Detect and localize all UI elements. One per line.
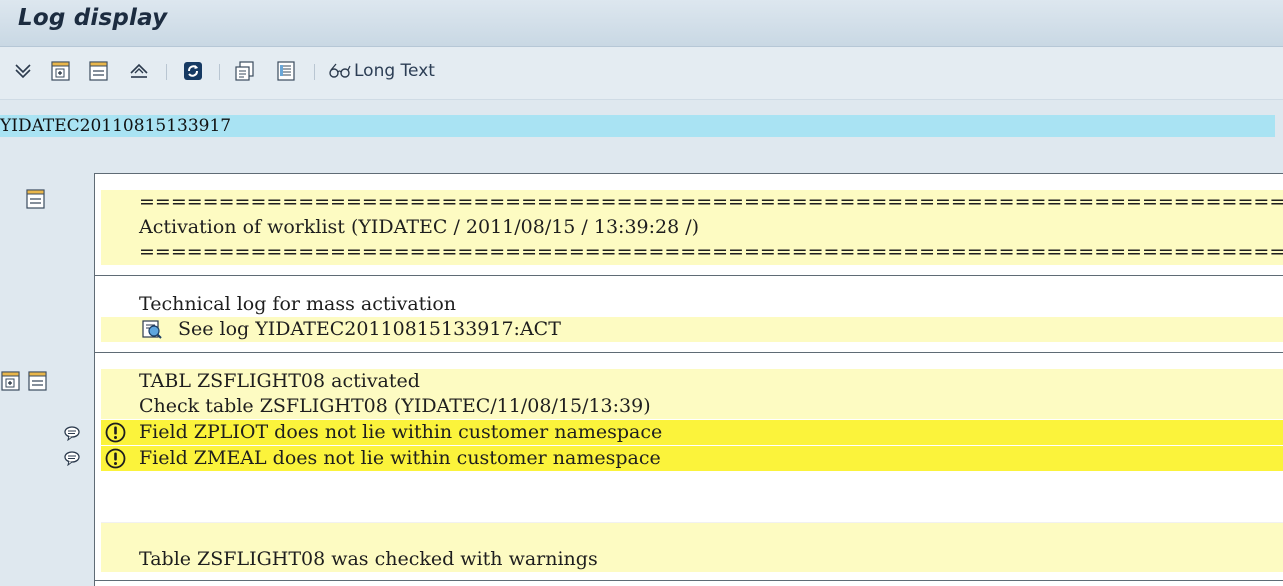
log-row[interactable]: See log YIDATEC20110815133917:ACT [101,317,1283,342]
section-divider [94,275,1283,276]
activation-message: Activation of worklist (YIDATEC / 2011/0… [139,216,700,238]
see-log-link[interactable]: See log YIDATEC20110815133917:ACT [178,317,561,342]
log-row[interactable]: Activation of worklist (YIDATEC / 2011/0… [101,215,1283,240]
toolbar-separator [166,64,167,80]
section-divider [94,352,1283,353]
log-row[interactable]: TABL ZSFLIGHT08 activated [101,369,1283,394]
detail-log-icon[interactable] [141,319,163,340]
log-row[interactable]: Check table ZSFLIGHT08 (YIDATEC/11/08/15… [101,394,1283,419]
list-icon[interactable] [275,60,297,82]
technical-log-title: Technical log for mass activation [139,293,457,315]
separator-line: ========================================… [139,191,1283,213]
page-title: Log display [18,5,168,31]
empty-row [101,472,1283,498]
log-row[interactable]: Technical log for mass activation [101,292,1283,317]
warning-row[interactable]: Field ZPLIOT does not lie within custome… [101,420,1283,445]
expand-icon[interactable] [50,60,72,82]
title-bar: Log display [0,0,1283,47]
long-text-label: Long Text [354,61,435,81]
glasses-icon [329,63,351,78]
empty-row [101,497,1283,523]
print-icon[interactable] [234,60,256,82]
warning-row[interactable]: Field ZMEAL does not lie within customer… [101,446,1283,471]
toolbar-separator [314,64,315,80]
activated-message: TABL ZSFLIGHT08 activated [139,370,420,392]
expand-node-icon[interactable] [0,370,22,392]
refresh-icon[interactable] [182,60,204,82]
toolbar: Long Text [0,47,1283,100]
expand-all-icon[interactable] [12,60,34,82]
log-row[interactable]: Table ZSFLIGHT08 was checked with warnin… [101,547,1283,572]
check-message: Check table ZSFLIGHT08 (YIDATEC/11/08/15… [139,395,651,417]
warning-icon [105,448,126,469]
warning-message: Field ZMEAL does not lie within customer… [139,447,661,469]
collapse-all-icon[interactable] [128,60,150,82]
long-text-indicator-icon[interactable] [63,450,81,466]
log-id-bar[interactable]: YIDATEC20110815133917 [0,115,1275,137]
toolbar-separator [219,64,220,80]
long-text-indicator-icon[interactable] [63,425,81,441]
summary-message: Table ZSFLIGHT08 was checked with warnin… [139,548,598,570]
collapse-icon[interactable] [88,60,110,82]
log-row[interactable]: ========================================… [101,240,1283,265]
log-row[interactable]: ========================================… [101,190,1283,215]
collapse-node-icon[interactable] [27,370,49,392]
separator-line: ========================================… [139,241,1283,263]
warning-message: Field ZPLIOT does not lie within custome… [139,421,663,443]
section-divider [94,580,1283,581]
collapse-node-icon[interactable] [25,188,47,210]
long-text-button[interactable]: Long Text [328,59,435,83]
empty-row [101,523,1283,547]
warning-icon [105,422,126,443]
